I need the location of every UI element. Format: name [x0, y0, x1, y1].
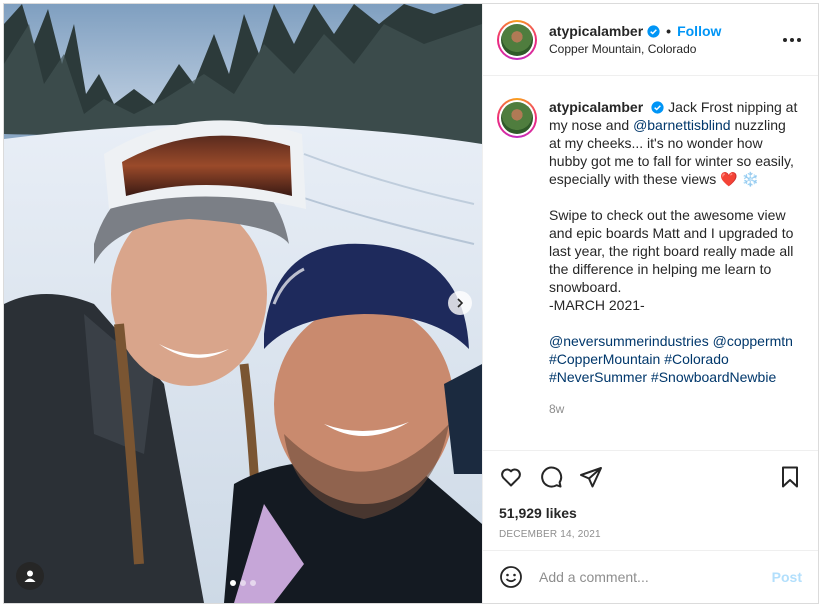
post-age[interactable]: 8w	[549, 400, 801, 418]
carousel-dot	[250, 580, 256, 586]
user-tag-icon	[24, 570, 36, 582]
likes-count[interactable]: 51,929 likes	[483, 502, 818, 524]
post-header: atypicalamber • Follow Copper Mountain, …	[483, 4, 818, 76]
hashtag-link[interactable]: #Colorado	[664, 351, 729, 367]
post-photo[interactable]	[4, 4, 482, 603]
comment-input[interactable]	[539, 569, 772, 585]
caption: atypicalamber Jack Frost nipping at my no…	[497, 98, 804, 418]
carousel-dot	[240, 580, 246, 586]
mention-link[interactable]: @neversummerindustries	[549, 333, 709, 349]
hashtag-link[interactable]: #SnowboardNewbie	[651, 369, 776, 385]
emoji-icon[interactable]	[499, 565, 523, 589]
more-options-icon	[783, 37, 801, 42]
mention-link[interactable]: @barnettisblind	[633, 117, 731, 133]
caption-avatar[interactable]	[497, 98, 537, 138]
comment-icon[interactable]	[539, 465, 563, 489]
verified-badge-icon	[651, 101, 664, 114]
verified-badge-icon	[647, 24, 660, 38]
post-comment-button[interactable]: Post	[772, 569, 802, 585]
save-icon[interactable]	[778, 465, 802, 489]
post-dialog: atypicalamber • Follow Copper Mountain, …	[3, 3, 819, 604]
chevron-right-icon	[457, 298, 464, 308]
separator: •	[666, 23, 672, 39]
comment-form: Post	[483, 550, 818, 603]
caption-area: atypicalamber Jack Frost nipping at my no…	[483, 76, 818, 450]
hashtag-link[interactable]: #CopperMountain	[549, 351, 660, 367]
post-side-panel: atypicalamber • Follow Copper Mountain, …	[482, 4, 818, 603]
caption-text: atypicalamber Jack Frost nipping at my no…	[549, 98, 801, 418]
photo-scene	[4, 4, 482, 603]
story-ring[interactable]	[497, 19, 537, 60]
caption-p2-date: -MARCH 2021-	[549, 297, 645, 313]
carousel-indicator	[230, 580, 256, 586]
user-tag-button[interactable]	[16, 562, 44, 590]
caption-p2-text: Swipe to check out the awesome view and …	[549, 207, 794, 295]
heart-icon[interactable]	[499, 465, 523, 489]
more-options-button[interactable]	[780, 28, 804, 52]
carousel-dot-active	[230, 580, 236, 586]
post-date: DECEMBER 14, 2021	[499, 529, 601, 540]
share-icon[interactable]	[579, 465, 603, 489]
caption-username[interactable]: atypicalamber	[549, 99, 643, 115]
action-bar	[483, 450, 818, 502]
avatar	[501, 23, 533, 56]
avatar	[501, 102, 533, 134]
hashtag-link[interactable]: #NeverSummer	[549, 369, 647, 385]
follow-button[interactable]: Follow	[677, 23, 721, 39]
header-username[interactable]: atypicalamber	[549, 23, 643, 39]
mention-link[interactable]: @coppermtn	[713, 333, 793, 349]
location-link[interactable]: Copper Mountain, Colorado	[549, 42, 780, 56]
next-photo-button[interactable]	[448, 291, 472, 315]
